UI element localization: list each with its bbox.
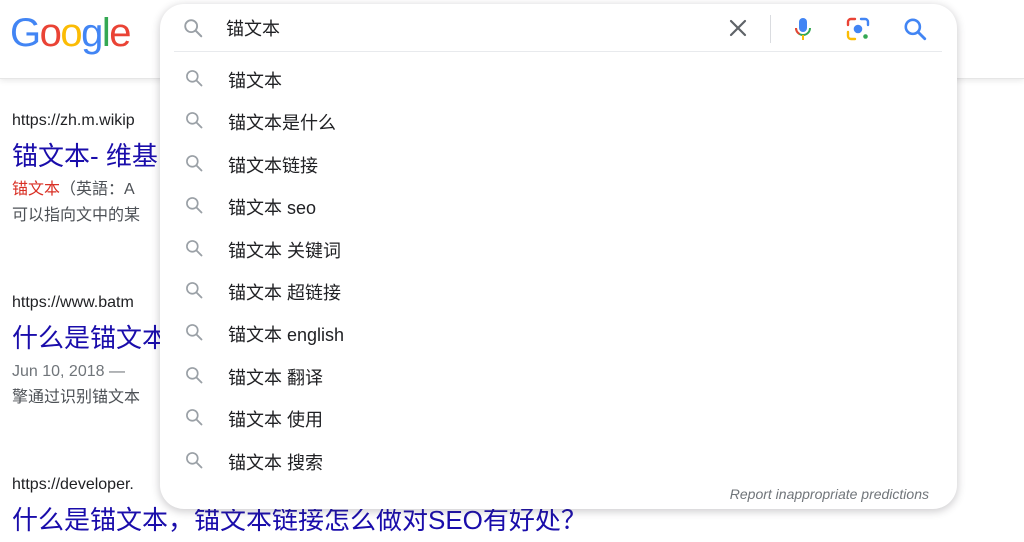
result-url[interactable]: https://www.batm	[12, 294, 168, 312]
suggestion-label: 锚文本 关键词	[228, 240, 342, 261]
suggestion-label: 锚文本 english	[228, 325, 345, 346]
dropdown-divider	[174, 51, 942, 52]
logo-letter: e	[109, 11, 131, 55]
search-icon	[186, 197, 203, 214]
suggestion-label: 锚文本 超链接	[228, 282, 342, 303]
search-result: https://www.batm 什么是锚文本 Jun 10, 2018 — 擎…	[12, 294, 168, 411]
microphone-icon[interactable]	[790, 15, 816, 43]
search-box	[160, 4, 957, 52]
search-icon	[186, 282, 203, 299]
suggestion-label: 锚文本 使用	[228, 410, 324, 431]
result-title[interactable]: 什么是锚文本	[12, 318, 168, 355]
snippet-text: 擎通过识别锚文本	[12, 389, 141, 406]
suggestion-label: 锚文本链接	[228, 155, 318, 176]
search-icon	[186, 154, 203, 172]
search-icon	[186, 366, 203, 384]
search-result: https://zh.m.wikip 锚文本- 维基 锚文本（英語：A 可以指向…	[12, 112, 158, 229]
search-icon	[186, 112, 203, 129]
google-logo[interactable]: Google	[10, 11, 131, 55]
divider	[770, 15, 771, 43]
snippet-date: Jun 10, 2018 —	[12, 363, 125, 380]
suggestion-label: 锚文本	[228, 71, 282, 91]
search-icon	[186, 409, 203, 426]
search-autocomplete-panel: 锚文本锚文本是什么锚文本链接锚文本 seo 锚文本 关键词锚文本 超链接锚文本 e…	[160, 4, 957, 509]
snippet-text: （英語：A	[60, 181, 135, 198]
search-icon	[186, 451, 203, 468]
snippet-text: 可以指向文中的某	[12, 207, 141, 224]
suggestion-label: 锚文本是什么	[228, 113, 336, 134]
suggestion-item[interactable]: 锚文本是什么	[160, 100, 957, 142]
suggestion-item[interactable]: 锚文本 搜索	[160, 440, 957, 482]
camera-lens-icon[interactable]	[844, 15, 872, 43]
suggestion-item[interactable]: 锚文本	[160, 58, 957, 100]
report-predictions-link[interactable]: Report inappropriate predictions	[730, 486, 929, 502]
snippet-highlight: 锚文本	[12, 181, 61, 198]
logo-letter: g	[81, 11, 103, 55]
result-snippet: Jun 10, 2018 — 擎通过识别锚文本	[12, 359, 168, 411]
suggestion-item[interactable]: 锚文本 使用	[160, 397, 957, 439]
suggestion-label: 锚文本 seo	[228, 198, 317, 219]
suggestion-item[interactable]: 锚文本 关键词	[160, 228, 957, 270]
search-input[interactable]	[226, 14, 706, 42]
suggestion-item[interactable]: 锚文本链接	[160, 143, 957, 185]
suggestion-item[interactable]: 锚文本 seo	[160, 185, 957, 227]
logo-letter: o	[60, 11, 82, 55]
close-icon[interactable]	[726, 16, 750, 40]
suggestion-label: 锚文本 搜索	[228, 452, 324, 473]
search-button[interactable]	[902, 16, 928, 42]
search-icon	[184, 19, 203, 38]
suggestion-list: 锚文本锚文本是什么 锚文本链接锚文本 seo 锚文本 关键词 锚文本 超链接 锚文本 e…	[160, 58, 957, 482]
suggestion-item[interactable]: 锚文本 english	[160, 312, 957, 354]
logo-letter: o	[39, 11, 62, 55]
search-icon	[186, 324, 203, 341]
logo-letter: l	[101, 11, 111, 55]
result-snippet: 锚文本（英語：A 可以指向文中的某	[12, 177, 158, 229]
search-icon	[186, 70, 203, 87]
logo-letter: G	[10, 11, 41, 55]
result-title[interactable]: 锚文本- 维基	[12, 136, 158, 173]
result-url[interactable]: https://zh.m.wikip	[12, 112, 158, 130]
search-icon	[186, 239, 203, 256]
suggestion-item[interactable]: 锚文本 翻译	[160, 355, 957, 397]
suggestion-item[interactable]: 锚文本 超链接	[160, 270, 957, 312]
suggestion-label: 锚文本 翻译	[228, 367, 324, 388]
